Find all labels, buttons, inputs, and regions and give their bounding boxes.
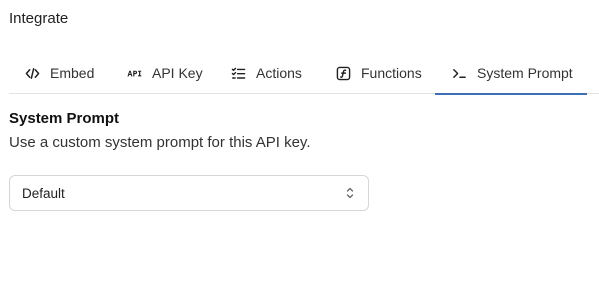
system-prompt-select[interactable]: Default bbox=[9, 175, 369, 211]
tab-api-key[interactable]: API Key bbox=[126, 52, 203, 94]
tab-label: API Key bbox=[152, 65, 203, 81]
tab-label: Embed bbox=[50, 65, 95, 81]
tab-actions[interactable]: Actions bbox=[230, 52, 302, 94]
tab-label: Actions bbox=[256, 65, 302, 81]
tab-embed[interactable]: Embed bbox=[24, 52, 94, 94]
section-description: Use a custom system prompt for this API … bbox=[9, 134, 311, 151]
terminal-prompt-icon bbox=[451, 65, 467, 81]
api-icon bbox=[126, 65, 142, 81]
tab-label: System Prompt bbox=[477, 65, 573, 81]
section-title: System Prompt bbox=[9, 110, 120, 127]
tab-system-prompt[interactable]: System Prompt bbox=[435, 52, 587, 95]
select-value: Default bbox=[22, 185, 65, 201]
tab-functions[interactable]: Functions bbox=[335, 52, 422, 94]
tab-label: Functions bbox=[361, 65, 422, 81]
function-icon bbox=[335, 65, 351, 81]
page-title: Integrate bbox=[9, 10, 69, 27]
checklist-icon bbox=[230, 65, 246, 81]
chevron-up-down-icon bbox=[344, 185, 356, 201]
code-icon bbox=[24, 65, 40, 81]
tab-bar: Embed API Key Actions Functions System P… bbox=[9, 52, 599, 95]
